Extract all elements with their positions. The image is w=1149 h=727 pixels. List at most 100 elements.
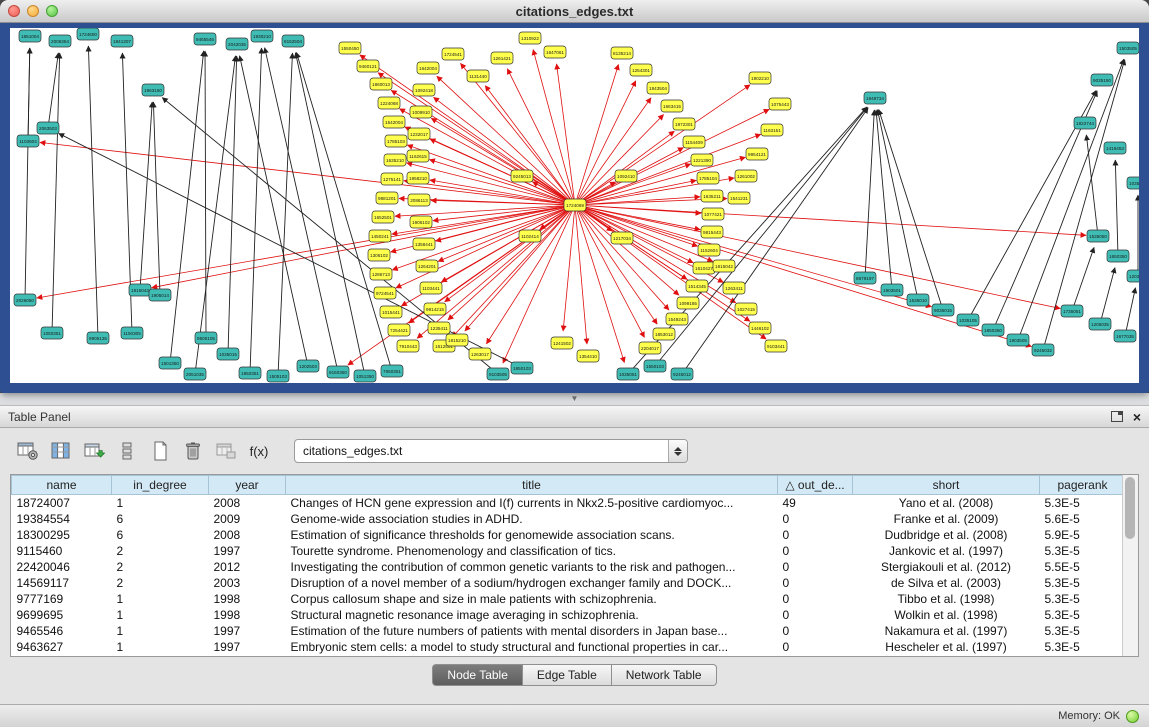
- table-row[interactable]: 1456911722003Disruption of a novel membe…: [12, 575, 1126, 591]
- graph-node[interactable]: 1503505: [1117, 42, 1139, 54]
- graph-node[interactable]: 1261002: [735, 170, 757, 182]
- table-cell[interactable]: de Silva et al. (2003): [853, 575, 1040, 591]
- float-panel-icon[interactable]: [1111, 411, 1123, 422]
- graph-node[interactable]: 9460121: [357, 60, 379, 72]
- graph-node[interactable]: 1930210: [251, 30, 273, 42]
- graph-node[interactable]: 1905014: [149, 289, 171, 301]
- graph-node[interactable]: 1446102: [749, 322, 771, 334]
- graph-node[interactable]: 1131440: [467, 70, 489, 82]
- graph-edge[interactable]: [195, 56, 235, 374]
- table-cell[interactable]: Nakamura et al. (1997): [853, 623, 1040, 639]
- graph-edge[interactable]: [250, 48, 262, 373]
- graph-edge[interactable]: [1018, 59, 1124, 340]
- graph-node[interactable]: 8135214: [611, 47, 633, 59]
- tab-network-table[interactable]: Network Table: [612, 664, 717, 686]
- table-cell[interactable]: 5.6E-5: [1040, 511, 1126, 527]
- graph-node[interactable]: 9724541: [374, 287, 396, 299]
- graph-node[interactable]: 1232017: [408, 128, 430, 140]
- graph-node[interactable]: 1850103: [511, 362, 533, 374]
- graph-node[interactable]: 9881201: [376, 192, 398, 204]
- rows-button[interactable]: [113, 438, 141, 464]
- graph-node[interactable]: 1550450: [339, 42, 361, 54]
- close-panel-icon[interactable]: ×: [1133, 410, 1141, 424]
- graph-node[interactable]: 1958210: [407, 172, 429, 184]
- graph-node[interactable]: 1035150: [1127, 177, 1139, 189]
- table-cell[interactable]: 1: [112, 591, 209, 607]
- graph-edge[interactable]: [265, 48, 338, 372]
- table-cell[interactable]: 1998: [209, 607, 286, 623]
- graph-edge[interactable]: [575, 131, 674, 205]
- table-cell[interactable]: 18724007: [12, 495, 112, 512]
- network-window-titlebar[interactable]: citations_edges.txt: [0, 0, 1149, 23]
- table-cell[interactable]: Stergiakouli et al. (2012): [853, 559, 1040, 575]
- graph-node[interactable]: 8152504: [282, 35, 304, 47]
- table-row[interactable]: 946362711997Embryonic stem cells: a mode…: [12, 639, 1126, 655]
- graph-edge[interactable]: [1100, 268, 1115, 324]
- graph-node[interactable]: 8679197: [854, 272, 876, 284]
- table-cell[interactable]: 2008: [209, 527, 286, 543]
- table-cell[interactable]: 9777169: [12, 591, 112, 607]
- column-header-pagerank[interactable]: pagerank: [1040, 476, 1126, 495]
- table-cell[interactable]: 1: [112, 639, 209, 655]
- graph-node[interactable]: 1785104: [697, 172, 719, 184]
- table-cell[interactable]: Tourette syndrome. Phenomenology and cla…: [286, 543, 778, 559]
- graph-edge[interactable]: [1072, 247, 1094, 311]
- graph-edge[interactable]: [88, 46, 98, 338]
- table-cell[interactable]: Estimation of significance thresholds fo…: [286, 527, 778, 543]
- table-cell[interactable]: Changes of HCN gene expression and I(f) …: [286, 495, 778, 512]
- graph-node[interactable]: 1306102: [368, 249, 390, 261]
- graph-node[interactable]: 1450241: [369, 230, 391, 242]
- table-cell[interactable]: 5.3E-5: [1040, 639, 1126, 655]
- graph-edge[interactable]: [575, 205, 657, 324]
- column-header-short[interactable]: short: [853, 476, 1040, 495]
- table-cell[interactable]: 5.9E-5: [1040, 527, 1126, 543]
- graph-node[interactable]: 1027415: [735, 303, 757, 315]
- graph-node[interactable]: 9245032: [1032, 344, 1054, 356]
- table-cell[interactable]: Yano et al. (2008): [853, 495, 1040, 512]
- graph-node[interactable]: 1650350: [1107, 250, 1129, 262]
- zoom-window-button[interactable]: [46, 5, 58, 17]
- graph-node[interactable]: 1514345: [686, 280, 708, 292]
- graph-node[interactable]: 9815443: [701, 226, 723, 238]
- graph-node[interactable]: 1902210: [749, 72, 771, 84]
- graph-node[interactable]: 1610427: [693, 262, 715, 274]
- graph-node[interactable]: 1263017: [469, 348, 491, 360]
- graph-edge[interactable]: [407, 163, 575, 205]
- graph-node[interactable]: 1850350: [982, 324, 1004, 336]
- graph-node[interactable]: 1550103: [644, 360, 666, 372]
- graph-node[interactable]: 1635210: [384, 154, 406, 166]
- graph-node[interactable]: 1724541: [442, 48, 464, 60]
- network-canvas[interactable]: 1851004200635417246001841307946554620420…: [10, 28, 1139, 383]
- graph-edge[interactable]: [48, 53, 58, 128]
- table-cell[interactable]: Structural magnetic resonance image aver…: [286, 607, 778, 623]
- graph-node[interactable]: 1015441: [380, 306, 402, 318]
- graph-node[interactable]: 7910443: [397, 340, 419, 352]
- graph-node[interactable]: 2204017: [639, 342, 661, 354]
- column-header-in_degree[interactable]: in_degree: [112, 476, 209, 495]
- graph-edge[interactable]: [445, 205, 575, 302]
- graph-edge[interactable]: [28, 48, 30, 141]
- graph-node[interactable]: 1663415: [661, 100, 683, 112]
- graph-node[interactable]: 1163151: [761, 124, 783, 136]
- new-document-button[interactable]: [146, 438, 174, 464]
- table-cell[interactable]: Franke et al. (2009): [853, 511, 1040, 527]
- graph-edge[interactable]: [40, 142, 575, 205]
- graph-node[interactable]: 1310922: [519, 32, 541, 44]
- graph-edge[interactable]: [52, 53, 60, 333]
- minimize-window-button[interactable]: [27, 5, 39, 17]
- table-cell[interactable]: 9465546: [12, 623, 112, 639]
- table-cell[interactable]: 6: [112, 511, 209, 527]
- graph-node[interactable]: 1254301: [630, 64, 652, 76]
- graph-node[interactable]: 1154409: [683, 136, 705, 148]
- table-cell[interactable]: 0: [778, 527, 853, 543]
- graph-node[interactable]: 1205035: [1089, 318, 1111, 330]
- graph-edge[interactable]: [1125, 288, 1135, 336]
- graph-node[interactable]: 1677035: [1114, 330, 1136, 342]
- graph-edge[interactable]: [575, 205, 931, 307]
- table-cell[interactable]: 1997: [209, 543, 286, 559]
- table-cell[interactable]: 0: [778, 559, 853, 575]
- graph-node[interactable]: 1948734: [864, 92, 886, 104]
- graph-node[interactable]: 1263411: [723, 282, 745, 294]
- graph-edge[interactable]: [533, 50, 575, 205]
- graph-node[interactable]: 1419453: [1104, 142, 1126, 154]
